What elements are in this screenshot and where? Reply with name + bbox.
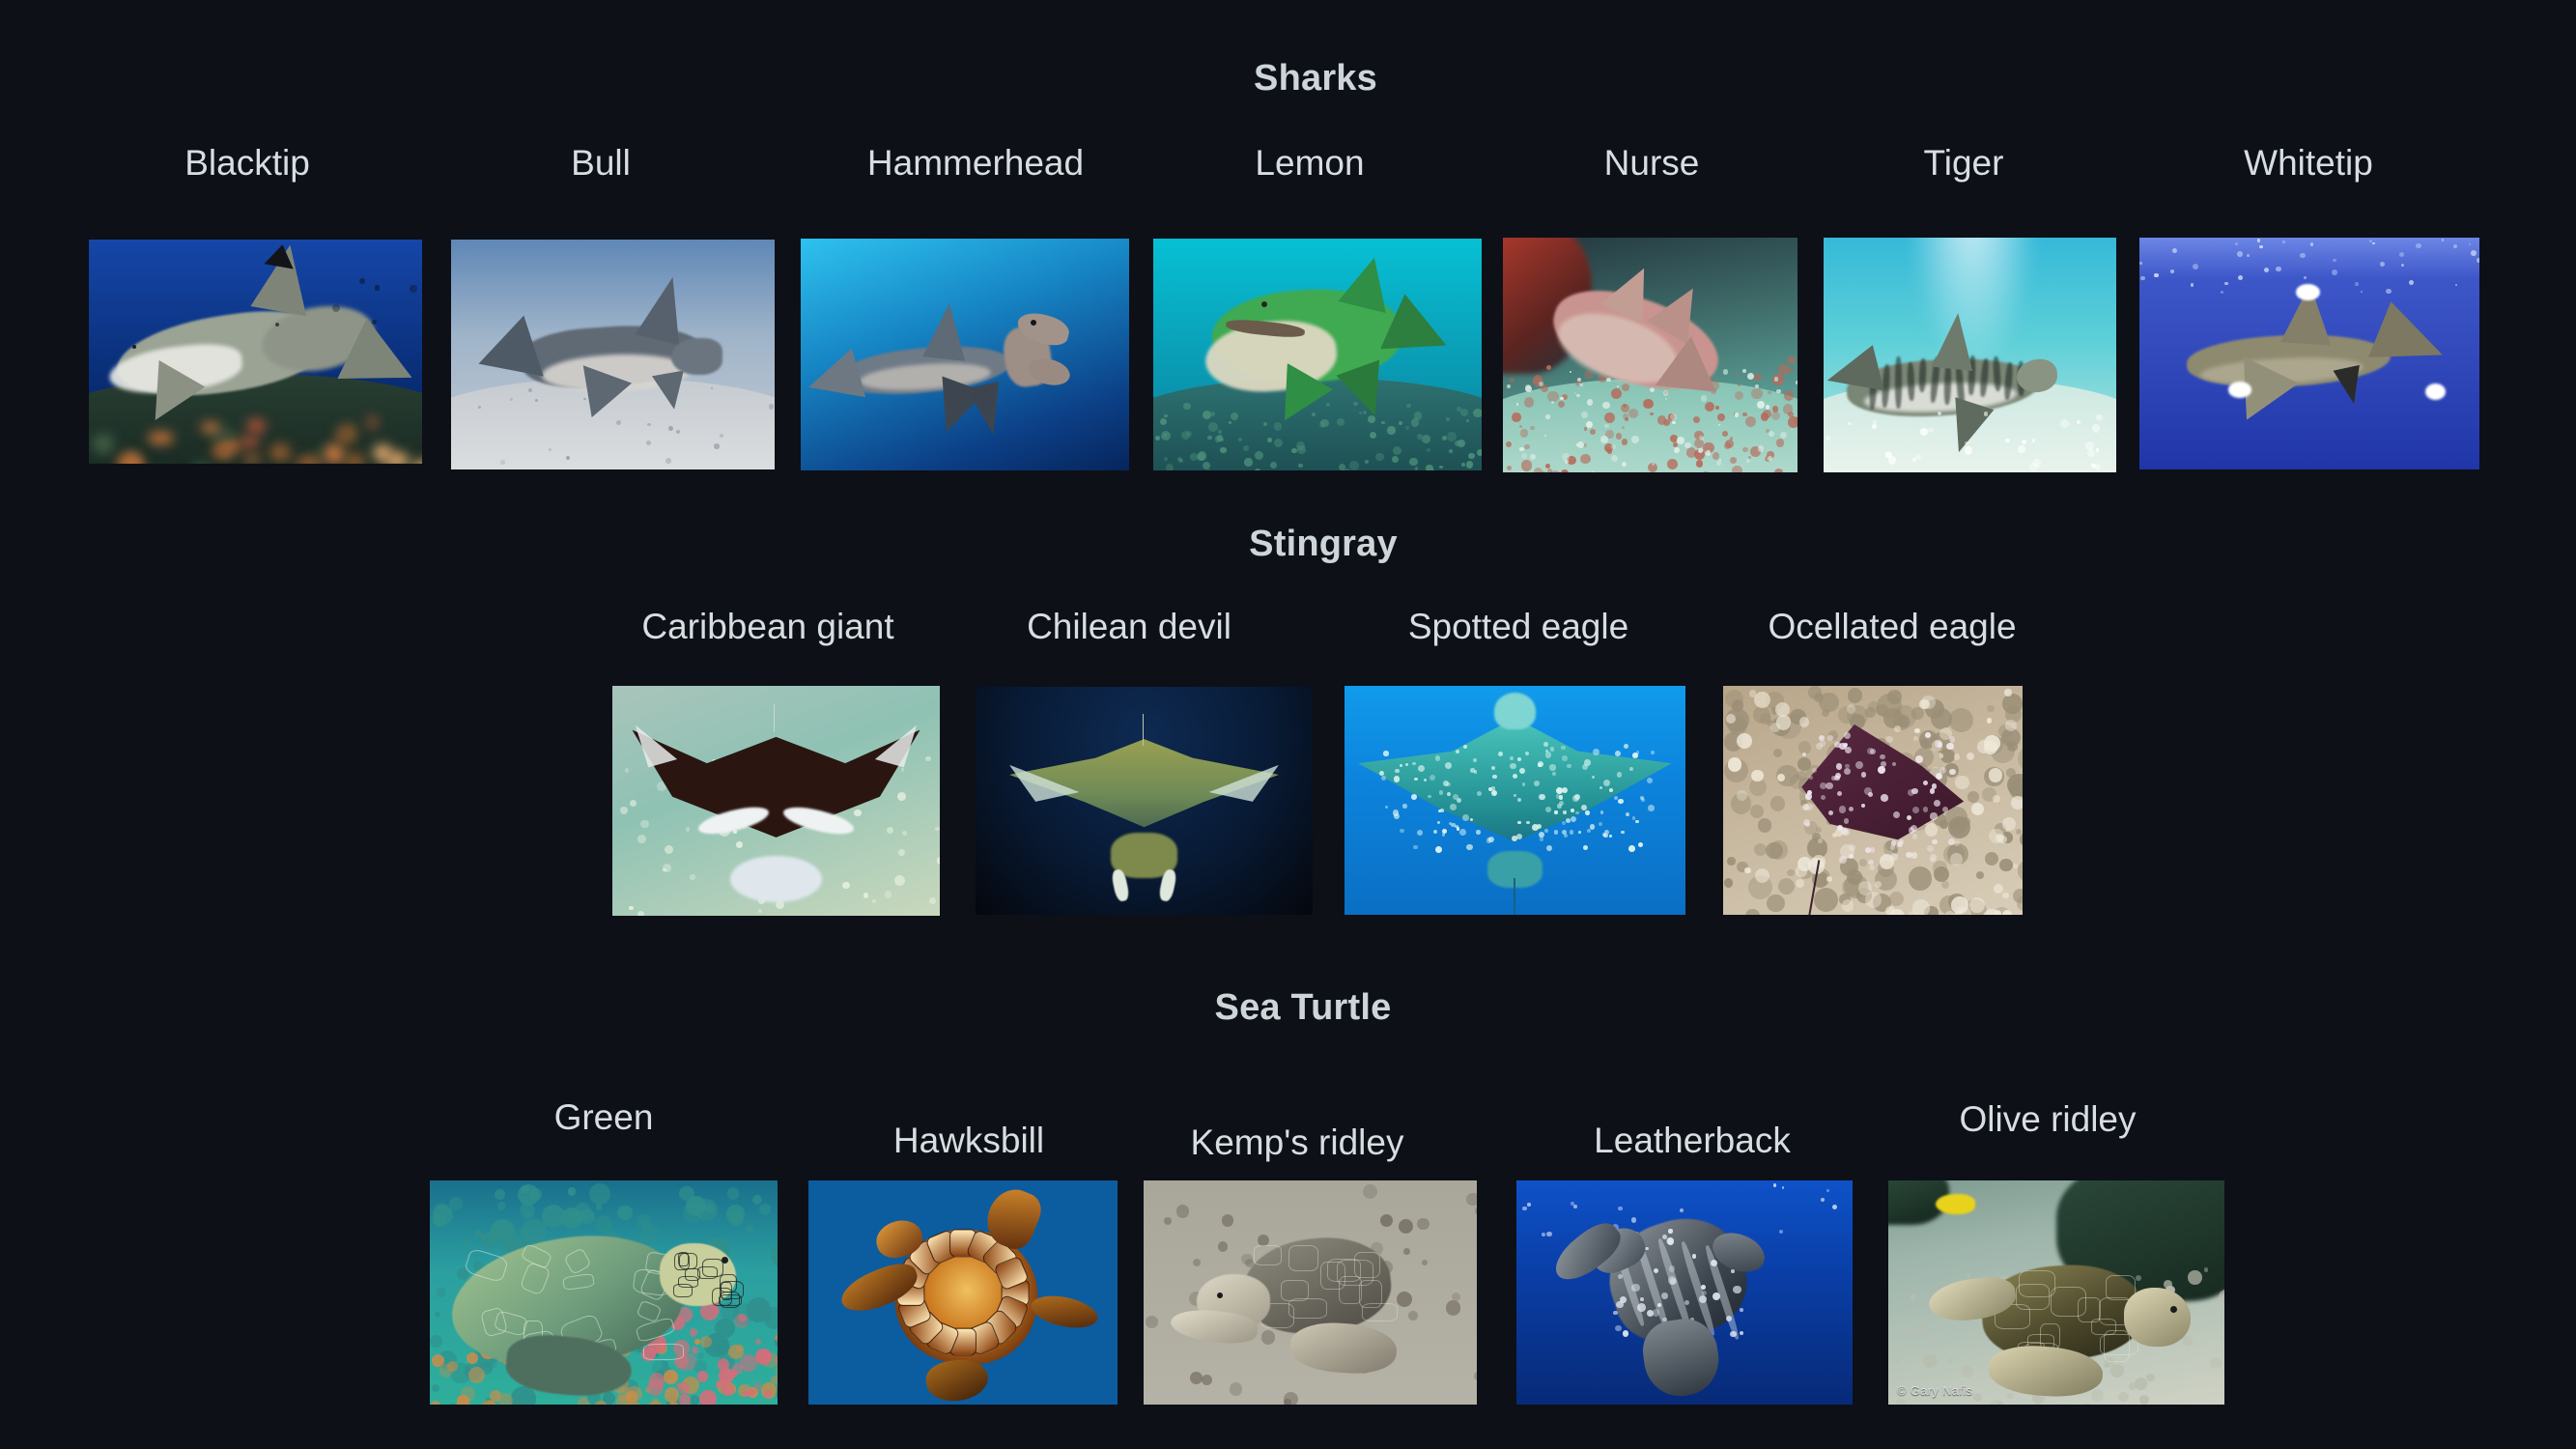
species-label-sharks-0: Blacktip [184, 143, 310, 183]
species-photo-stingray-3 [1723, 686, 2023, 915]
species-label-sharks-4: Nurse [1603, 143, 1700, 183]
photo-scene [2139, 238, 2479, 469]
section-heading-stingray: Stingray [1249, 524, 1398, 564]
species-label-stingray-3: Ocellated eagle [1768, 607, 2017, 646]
species-photo-sharks-6 [2139, 238, 2479, 469]
species-label-stingray-1: Chilean devil [1027, 607, 1231, 646]
species-label-sea-turtle-3: Leatherback [1594, 1121, 1791, 1160]
photo-scene [89, 240, 422, 464]
species-label-sea-turtle-0: Green [553, 1097, 654, 1137]
species-photo-sea-turtle-4: © Gary Nafis [1888, 1180, 2224, 1405]
photo-scene [801, 239, 1129, 470]
photo-scene [1144, 1180, 1477, 1405]
species-photo-sharks-2 [801, 239, 1129, 470]
species-label-sea-turtle-1: Hawksbill [892, 1121, 1045, 1160]
species-label-sharks-3: Lemon [1255, 143, 1365, 183]
photo-scene [1153, 239, 1482, 470]
photo-scene [612, 686, 940, 916]
species-photo-sea-turtle-3 [1516, 1180, 1853, 1405]
species-photo-sea-turtle-2 [1144, 1180, 1477, 1405]
species-photo-sea-turtle-0 [430, 1180, 778, 1405]
photo-scene [451, 240, 775, 469]
species-label-sea-turtle-2: Kemp's ridley [1190, 1122, 1404, 1162]
species-label-sharks-2: Hammerhead [866, 143, 1085, 183]
species-photo-sharks-3 [1153, 239, 1482, 470]
species-photo-stingray-1 [976, 687, 1313, 915]
figure-canvas: Sharks Blacktip Bull Hammerhead Lemon Nurse Ti… [0, 0, 2576, 1449]
species-photo-sharks-4 [1503, 238, 1798, 472]
species-photo-sharks-5 [1824, 238, 2116, 472]
photo-watermark: © Gary Nafis [1897, 1383, 1973, 1398]
species-label-sea-turtle-4: Olive ridley [1959, 1099, 2137, 1139]
photo-scene [808, 1180, 1118, 1405]
photo-scene [1503, 238, 1798, 472]
species-photo-sharks-1 [451, 240, 775, 469]
species-label-stingray-2: Spotted eagle [1407, 607, 1629, 646]
species-photo-stingray-0 [612, 686, 940, 916]
photo-scene [1888, 1180, 2224, 1405]
photo-scene [430, 1180, 778, 1405]
species-label-sharks-6: Whitetip [2244, 143, 2373, 183]
photo-scene [1345, 686, 1685, 915]
species-label-stingray-0: Caribbean giant [641, 607, 894, 646]
species-label-sharks-1: Bull [571, 143, 631, 183]
photo-scene [1516, 1180, 1853, 1405]
photo-scene [976, 687, 1313, 915]
photo-scene [1723, 686, 2023, 915]
section-heading-sharks: Sharks [1254, 58, 1377, 99]
photo-scene [1824, 238, 2116, 472]
species-photo-stingray-2 [1345, 686, 1685, 915]
species-photo-sea-turtle-1 [808, 1180, 1118, 1405]
species-label-sharks-5: Tiger [1923, 143, 2004, 183]
species-photo-sharks-0 [89, 240, 422, 464]
section-heading-sea-turtle: Sea Turtle [1214, 987, 1392, 1028]
